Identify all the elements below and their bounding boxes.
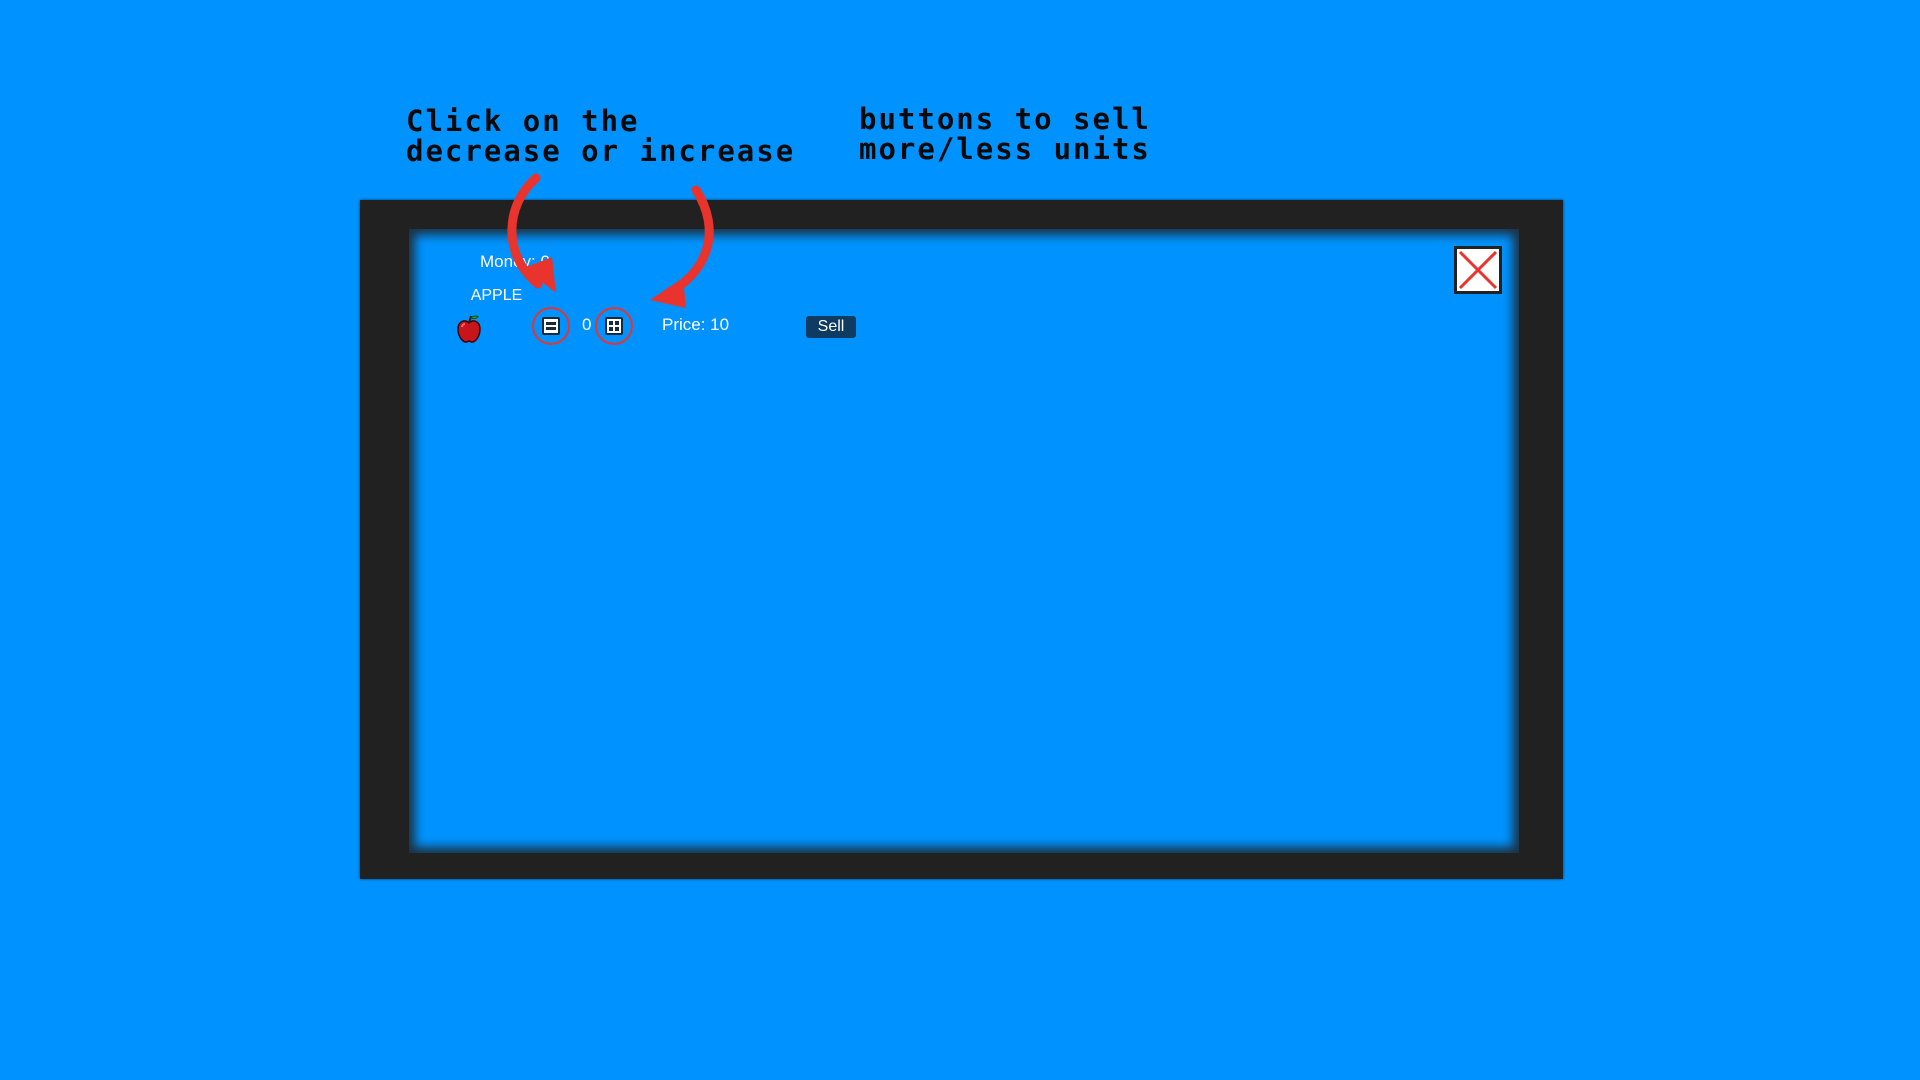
quantity-value: 0: [582, 315, 592, 334]
decrease-button[interactable]: [542, 317, 560, 335]
minus-icon: [546, 322, 556, 330]
plus-icon: [609, 321, 619, 331]
shop-item-row: APPLE 0 Price: 10 Sell: [409, 229, 1519, 349]
apple-icon: [457, 315, 481, 343]
item-name: APPLE: [470, 287, 523, 304]
shop-panel: Money: 0 APPLE 0 Price: 10 Sell: [409, 229, 1519, 853]
instruction-text-right: buttons to sell more/less units: [859, 104, 1151, 164]
instruction-line: more/less units: [859, 132, 1151, 166]
game-screen: Click on the decrease or increase button…: [0, 0, 1920, 1080]
instruction-text-left: Click on the decrease or increase: [406, 106, 795, 166]
instruction-line: Click on the: [406, 104, 640, 138]
instruction-line: decrease or increase: [406, 134, 796, 168]
sell-button[interactable]: Sell: [806, 316, 856, 338]
increase-button[interactable]: [605, 317, 623, 335]
shop-window: Money: 0 APPLE 0 Price: 10 Sell: [360, 200, 1563, 879]
instruction-line: buttons to sell: [859, 102, 1151, 136]
item-price: Price: 10: [662, 315, 730, 334]
